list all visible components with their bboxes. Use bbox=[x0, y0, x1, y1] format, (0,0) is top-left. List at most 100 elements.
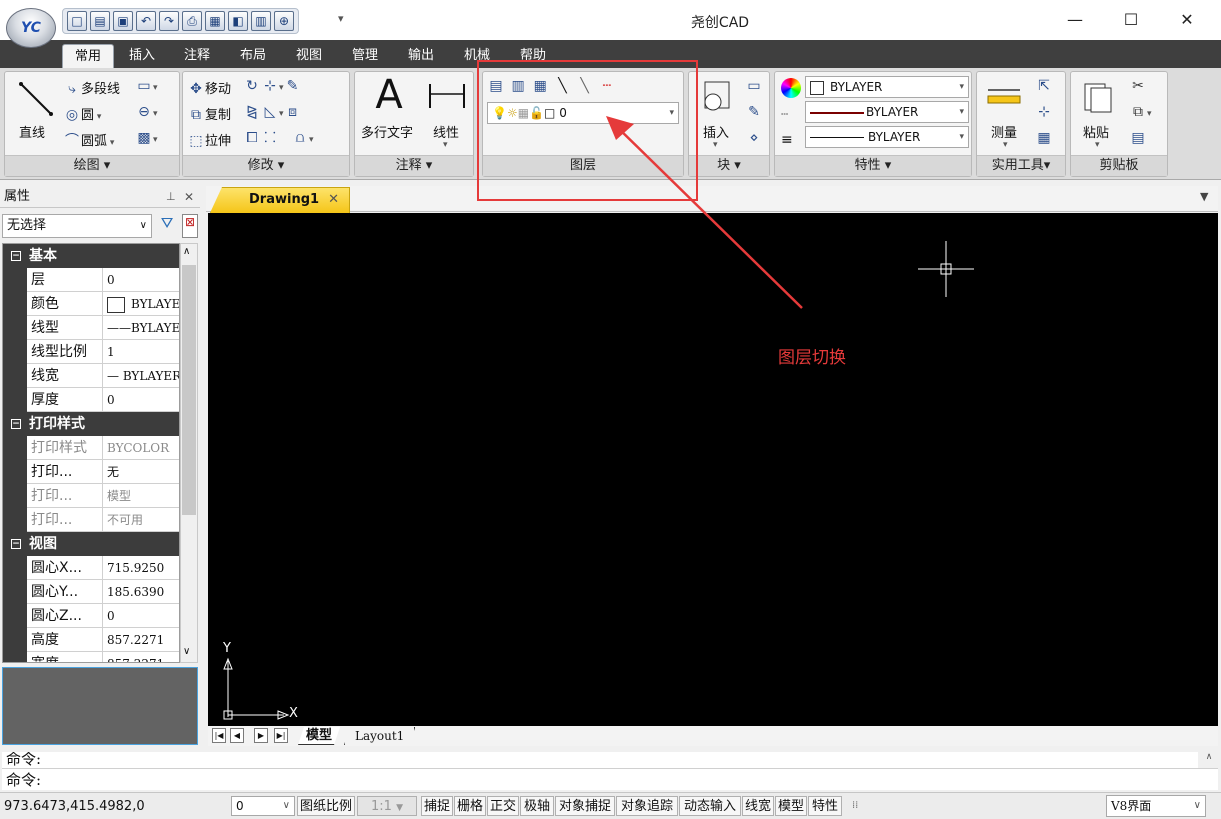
mtext-icon[interactable]: A bbox=[369, 72, 409, 118]
property-row-linetype[interactable]: 线型 ——BYLAYER bbox=[3, 316, 179, 340]
rotate-icon[interactable]: ↻ bbox=[243, 78, 261, 94]
app-logo[interactable]: YC bbox=[6, 8, 56, 48]
linetype-combo[interactable]: BYLAYER ▾ bbox=[805, 101, 969, 123]
mtext-button[interactable]: 多行文字 bbox=[361, 122, 413, 141]
ellipse-icon[interactable]: ⊖ bbox=[135, 104, 153, 120]
linear-button[interactable]: 线性 bbox=[433, 122, 459, 141]
layout-tab-layout1[interactable]: Layout1 bbox=[344, 727, 415, 745]
calculator-icon[interactable]: ▦ bbox=[1035, 130, 1053, 146]
selection-dropdown[interactable]: 无选择 ∨ bbox=[2, 214, 152, 238]
property-row-center-y[interactable]: 圆心Y... 185.6390 bbox=[3, 580, 179, 604]
paper-scale-button[interactable]: 图纸比例 bbox=[297, 796, 355, 816]
linear-dropdown-icon[interactable]: ▾ bbox=[443, 140, 448, 150]
pin-icon[interactable]: ⊥ bbox=[166, 186, 176, 208]
property-row-center-x[interactable]: 圆心X... 715.9250 bbox=[3, 556, 179, 580]
lineweight-combo[interactable]: BYLAYER ▾ bbox=[805, 126, 969, 148]
paste-icon[interactable] bbox=[1081, 78, 1115, 114]
workspace-combo[interactable]: V8界面 ∨ bbox=[1106, 795, 1206, 817]
hatch-icon[interactable]: ▩ bbox=[135, 130, 153, 146]
paste-button[interactable]: 粘贴 bbox=[1083, 122, 1109, 141]
toggle-snap[interactable]: 捕捉 bbox=[421, 796, 453, 816]
annotate-panel-title[interactable]: 注释 ▾ bbox=[355, 155, 473, 176]
scroll-down-icon[interactable]: ∨ bbox=[183, 646, 190, 657]
tab-home[interactable]: 常用 bbox=[62, 44, 115, 68]
property-row-color[interactable]: 颜色 BYLAYE bbox=[3, 292, 179, 316]
paste-dropdown-icon[interactable]: ▾ bbox=[1095, 140, 1100, 150]
last-layout-icon[interactable]: ▶| bbox=[274, 728, 288, 743]
first-layout-icon[interactable]: |◀ bbox=[212, 728, 226, 743]
move-button[interactable]: 移动 bbox=[205, 82, 231, 97]
array-icon[interactable]: ⸬ bbox=[261, 130, 279, 146]
quick-select-filter-icon[interactable]: ⛛ bbox=[156, 214, 178, 238]
document-close-icon[interactable]: ✕ bbox=[328, 188, 339, 212]
stretch-button[interactable]: 拉伸 bbox=[205, 134, 231, 149]
save-icon[interactable]: ▣ bbox=[113, 11, 133, 31]
tab-insert[interactable]: 插入 bbox=[117, 44, 167, 68]
new-file-icon[interactable]: □ bbox=[67, 11, 87, 31]
tab-layout[interactable]: 布局 bbox=[228, 44, 278, 68]
toggle-dynamic-input[interactable]: 动态输入 bbox=[679, 796, 741, 816]
properties-icon[interactable]: ▥ bbox=[251, 11, 271, 31]
tab-manage[interactable]: 管理 bbox=[340, 44, 390, 68]
toggle-lineweight[interactable]: 线宽 bbox=[742, 796, 774, 816]
category-view[interactable]: − 视图 bbox=[3, 532, 179, 556]
linear-dimension-icon[interactable] bbox=[427, 80, 467, 112]
offset-icon[interactable]: ⩍ bbox=[291, 130, 309, 146]
line-icon[interactable] bbox=[17, 80, 55, 118]
explode-icon[interactable]: ⧈ bbox=[284, 104, 302, 120]
fillet-icon[interactable]: ◺ bbox=[261, 104, 279, 120]
property-row-ltscale[interactable]: 线型比例 1 bbox=[3, 340, 179, 364]
measure-dropdown-icon[interactable]: ▾ bbox=[1003, 140, 1008, 150]
toggle-osnap[interactable]: 对象捕捉 bbox=[555, 796, 615, 816]
next-layout-icon[interactable]: ▶ bbox=[254, 728, 268, 743]
property-row-plot-table[interactable]: 打印... 无 bbox=[3, 460, 179, 484]
toggle-polar[interactable]: 极轴 bbox=[520, 796, 554, 816]
erase-icon[interactable]: ✎ bbox=[284, 78, 302, 94]
command-input[interactable]: 命令: bbox=[2, 768, 1218, 790]
toggle-model[interactable]: 模型 bbox=[775, 796, 807, 816]
scrollbar-thumb[interactable] bbox=[182, 265, 196, 515]
measure-icon[interactable] bbox=[985, 84, 1023, 108]
id-point-icon[interactable]: ⊹ bbox=[1035, 104, 1053, 120]
line-button[interactable]: 直线 bbox=[19, 122, 45, 141]
layout-tab-model[interactable]: 模型 bbox=[298, 727, 340, 745]
command-scroll-icon[interactable]: ∧ bbox=[1200, 752, 1218, 768]
toggle-ortho[interactable]: 正交 bbox=[487, 796, 519, 816]
publish-icon[interactable]: ▦ bbox=[205, 11, 225, 31]
redo-icon[interactable]: ↷ bbox=[159, 11, 179, 31]
copy-clip-icon[interactable]: ⧉ bbox=[1129, 104, 1147, 120]
document-tab-drawing1[interactable]: Drawing1 ✕ bbox=[210, 187, 350, 213]
zoom-icon[interactable]: ⊕ bbox=[274, 11, 294, 31]
arc-button[interactable]: 圆弧 bbox=[81, 134, 107, 149]
document-list-dropdown-icon[interactable]: ▼ bbox=[1200, 190, 1208, 203]
property-row-thickness[interactable]: 厚度 0 bbox=[3, 388, 179, 412]
quick-select-icon[interactable]: ⇱ bbox=[1035, 78, 1053, 94]
property-row-height[interactable]: 高度 857.2271 bbox=[3, 628, 179, 652]
tab-view[interactable]: 视图 bbox=[284, 44, 334, 68]
select-objects-icon[interactable]: ⊠ bbox=[182, 214, 198, 238]
print-icon[interactable]: ⎙ bbox=[182, 11, 202, 31]
property-row-lineweight[interactable]: 线宽 — BYLAYER bbox=[3, 364, 179, 388]
create-block-icon[interactable]: ▭ bbox=[745, 78, 763, 94]
utilities-panel-title[interactable]: 实用工具▾ bbox=[977, 155, 1065, 176]
measure-button[interactable]: 测量 bbox=[991, 122, 1017, 141]
scroll-up-icon[interactable]: ∧ bbox=[183, 246, 190, 257]
minimize-button[interactable]: — bbox=[1052, 6, 1098, 34]
toggle-otrack[interactable]: 对象追踪 bbox=[616, 796, 678, 816]
coordinate-readout[interactable]: 973.6473,415.4982,0 bbox=[4, 797, 145, 817]
palette-close-icon[interactable]: ✕ bbox=[184, 186, 194, 208]
color-wheel-icon[interactable] bbox=[781, 78, 801, 98]
draw-panel-title[interactable]: 绘图 ▾ bbox=[5, 155, 179, 176]
property-row-center-z[interactable]: 圆心Z... 0 bbox=[3, 604, 179, 628]
copy-button[interactable]: 复制 bbox=[205, 108, 231, 123]
rectangle-icon[interactable]: ▭ bbox=[135, 78, 153, 94]
modify-panel-title[interactable]: 修改 ▾ bbox=[183, 155, 349, 176]
close-button[interactable]: ✕ bbox=[1164, 6, 1210, 34]
match-properties-icon[interactable]: ▤ bbox=[1129, 130, 1147, 146]
polyline-button[interactable]: 多段线 bbox=[81, 82, 120, 97]
open-file-icon[interactable]: ▤ bbox=[90, 11, 110, 31]
category-basic[interactable]: − 基本 bbox=[3, 244, 179, 268]
color-combo[interactable]: BYLAYER ▾ bbox=[805, 76, 969, 98]
property-row-width[interactable]: 宽度 857.2271 bbox=[3, 652, 179, 662]
preview-icon[interactable]: ◧ bbox=[228, 11, 248, 31]
